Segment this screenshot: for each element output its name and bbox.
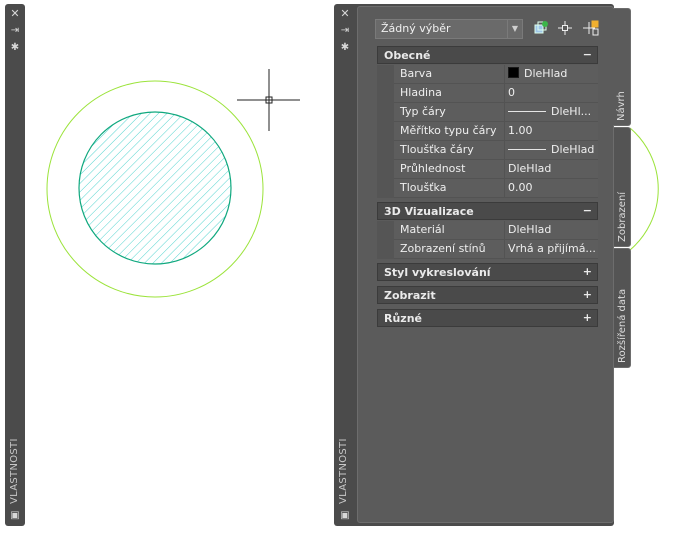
- property-row[interactable]: Tloušťka čáry DleHlad: [377, 141, 598, 160]
- row-gutter: [377, 103, 394, 122]
- property-row[interactable]: Hladina 0: [377, 84, 598, 103]
- value-text: DleHl...: [551, 105, 592, 118]
- tab-label: Návrh: [616, 91, 627, 121]
- category-label: Zobrazit: [384, 289, 436, 302]
- tab-label: Zobrazení: [617, 191, 628, 242]
- quick-select-icon[interactable]: [533, 20, 549, 36]
- category-plot-style[interactable]: Styl vykreslování +: [377, 263, 598, 281]
- property-row[interactable]: Průhlednost DleHlad: [377, 160, 598, 179]
- close-icon[interactable]: ✕: [335, 8, 355, 20]
- auto-hide-icon[interactable]: ⇥: [335, 25, 355, 37]
- settings-icon[interactable]: ✱: [335, 42, 355, 54]
- lineweight-preview: [508, 149, 546, 150]
- properties-icon[interactable]: ▣: [5, 510, 25, 522]
- row-gutter: [377, 240, 394, 259]
- circle-behind-palette: [629, 127, 659, 251]
- color-swatch: [508, 67, 519, 78]
- row-gutter: [377, 65, 394, 84]
- tab-extended-data[interactable]: Rozšířená data: [613, 248, 631, 368]
- tab-design[interactable]: Návrh: [613, 8, 631, 126]
- property-value[interactable]: DleHlad: [504, 160, 598, 179]
- category-label: Obecné: [384, 49, 431, 62]
- palette-title: VLASTNOSTI: [9, 438, 20, 504]
- property-value[interactable]: 1.00: [504, 122, 598, 141]
- toggle-pickadd-icon[interactable]: [583, 20, 599, 36]
- property-name: Hladina: [394, 84, 504, 103]
- property-row[interactable]: Materiál DleHlad: [377, 221, 598, 240]
- expand-icon[interactable]: +: [583, 264, 592, 280]
- property-value[interactable]: DleHl...: [504, 103, 598, 122]
- property-name: Typ čáry: [394, 103, 504, 122]
- property-value[interactable]: 0.00: [504, 179, 598, 198]
- auto-hide-icon[interactable]: ⇥: [5, 25, 25, 37]
- category-misc[interactable]: Různé +: [377, 309, 598, 327]
- selection-value: Žádný výběr: [381, 22, 451, 35]
- property-row[interactable]: Barva DleHlad: [377, 65, 598, 84]
- category-view[interactable]: Zobrazit +: [377, 286, 598, 304]
- property-value[interactable]: DleHlad: [504, 65, 598, 84]
- row-gutter: [377, 141, 394, 160]
- palette-title: VLASTNOSTI: [338, 438, 349, 504]
- property-name: Materiál: [394, 221, 504, 240]
- value-text: DleHlad: [551, 143, 595, 156]
- property-name: Tloušťka: [394, 179, 504, 198]
- expand-icon[interactable]: +: [583, 310, 592, 326]
- row-gutter: [377, 221, 394, 240]
- property-value[interactable]: DleHlad: [504, 141, 598, 160]
- crosshair-cursor: [237, 69, 300, 131]
- property-value[interactable]: Vrhá a přijímá...: [504, 240, 598, 259]
- property-row[interactable]: Zobrazení stínů Vrhá a přijímá...: [377, 240, 598, 259]
- collapse-icon[interactable]: −: [583, 203, 592, 219]
- value-text: DleHlad: [524, 67, 568, 80]
- chevron-down-icon[interactable]: ▼: [507, 20, 522, 38]
- category-label: Styl vykreslování: [384, 266, 491, 279]
- tab-display[interactable]: Zobrazení: [613, 127, 631, 247]
- row-gutter: [377, 179, 394, 198]
- property-name: Průhlednost: [394, 160, 504, 179]
- collapse-icon[interactable]: −: [583, 47, 592, 63]
- close-icon[interactable]: ✕: [5, 8, 25, 20]
- select-objects-icon[interactable]: [557, 20, 573, 36]
- hatched-circle[interactable]: [78, 111, 232, 265]
- category-label: 3D Vizualizace: [384, 205, 474, 218]
- property-row[interactable]: Tloušťka 0.00: [377, 179, 598, 198]
- property-name: Tloušťka čáry: [394, 141, 504, 160]
- tab-label: Rozšířená data: [617, 288, 628, 363]
- property-value[interactable]: DleHlad: [504, 221, 598, 240]
- left-properties-strip[interactable]: ✕ ⇥ ✱ VLASTNOSTI ▣: [5, 4, 25, 526]
- expand-icon[interactable]: +: [583, 287, 592, 303]
- property-name: Měřítko typu čáry: [394, 122, 504, 141]
- linetype-preview: [508, 111, 546, 112]
- property-row[interactable]: Měřítko typu čáry 1.00: [377, 122, 598, 141]
- property-value[interactable]: 0: [504, 84, 598, 103]
- property-row[interactable]: Typ čáry DleHl...: [377, 103, 598, 122]
- properties-icon[interactable]: ▣: [335, 510, 355, 522]
- category-general[interactable]: Obecné −: [377, 46, 598, 64]
- category-3d-visualization[interactable]: 3D Vizualizace −: [377, 202, 598, 220]
- settings-icon[interactable]: ✱: [5, 42, 25, 54]
- category-label: Různé: [384, 312, 422, 325]
- selection-dropdown[interactable]: Žádný výběr ▼: [375, 19, 523, 39]
- property-name: Barva: [394, 65, 504, 84]
- row-gutter: [377, 84, 394, 103]
- row-gutter: [377, 160, 394, 179]
- row-gutter: [377, 122, 394, 141]
- property-name: Zobrazení stínů: [394, 240, 504, 259]
